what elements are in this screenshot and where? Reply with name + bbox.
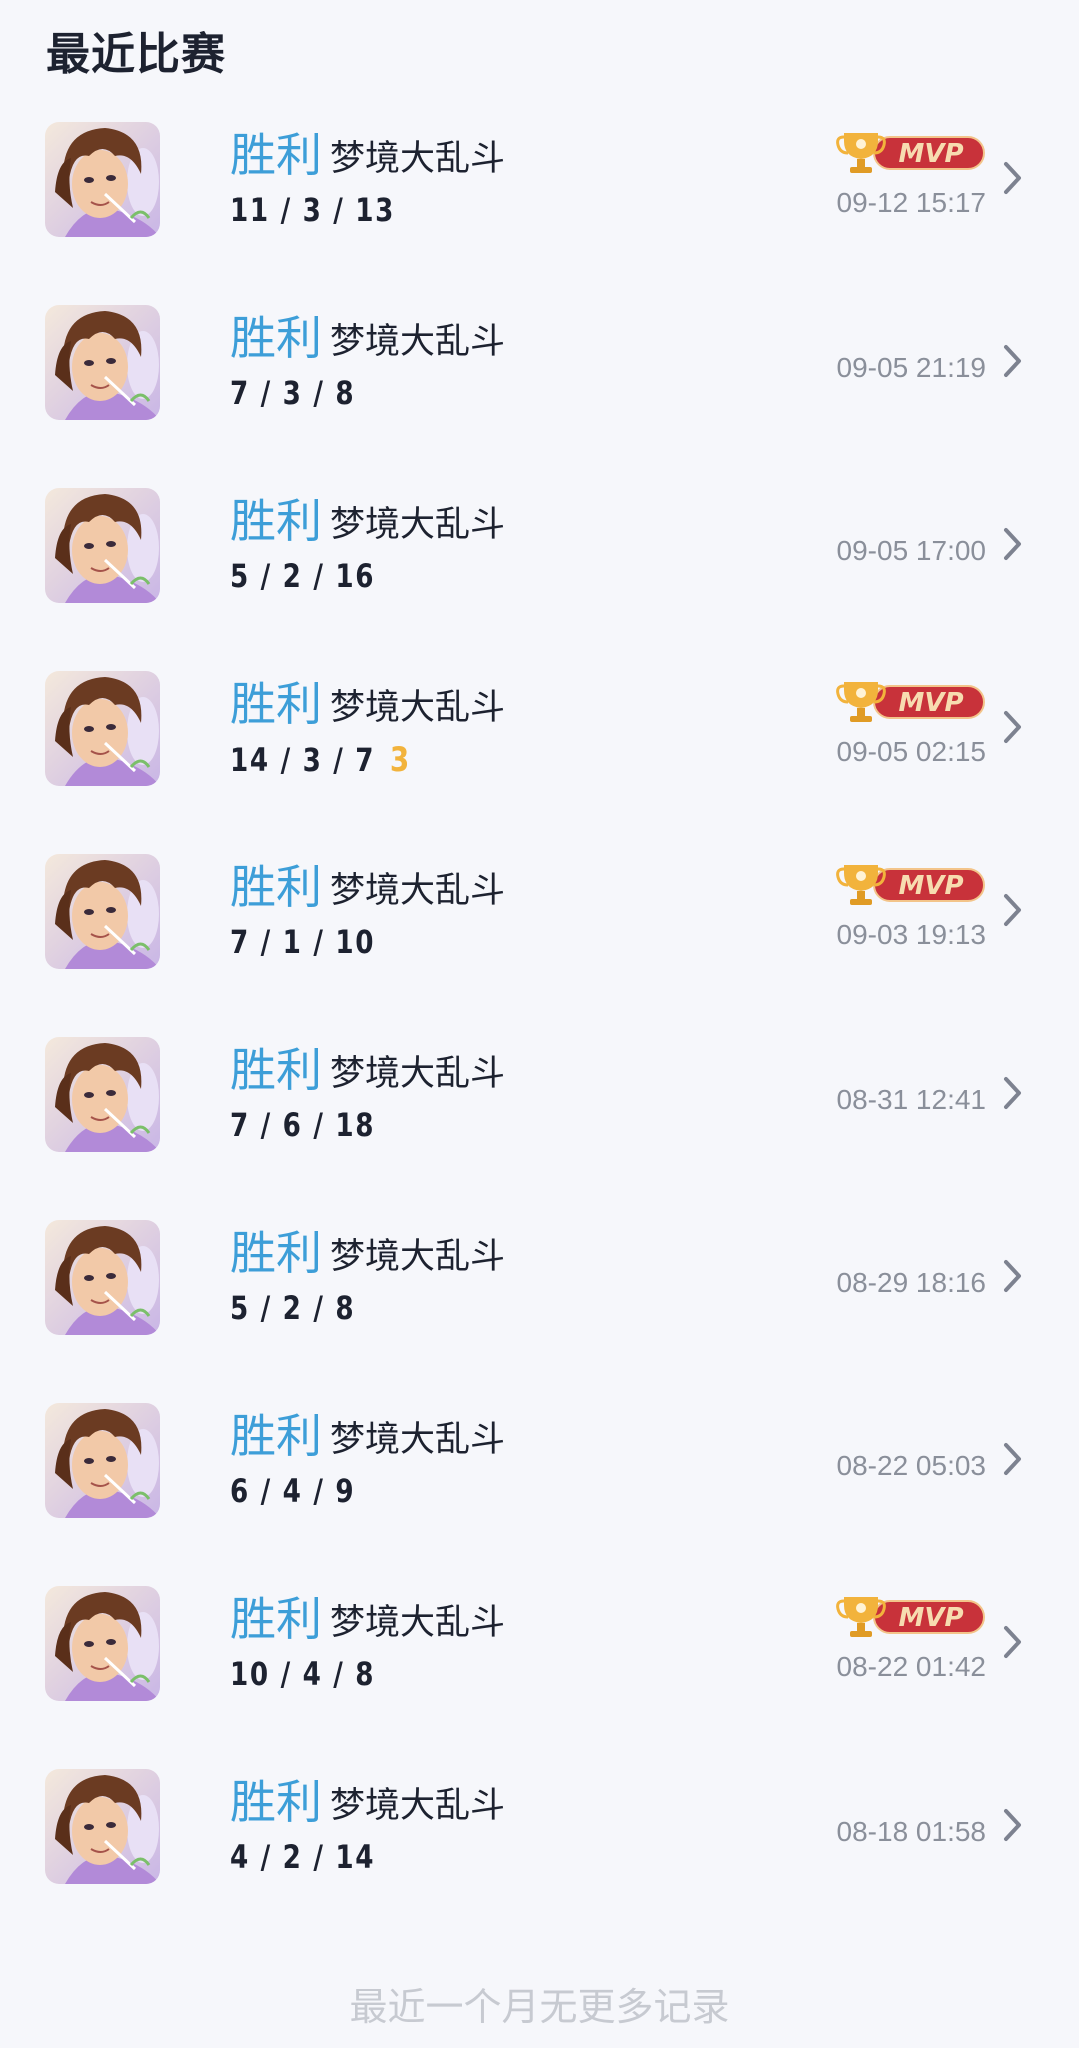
result-label: 胜利	[230, 1593, 322, 1645]
kda-stats: 10 / 4 / 8	[230, 1655, 375, 1693]
hero-avatar	[45, 488, 160, 603]
match-row[interactable]: 胜利 梦境大乱斗 14 / 3 / 7 3 MVP 09-05 02:15	[0, 666, 1079, 849]
game-mode-label: 梦境大乱斗	[330, 322, 506, 361]
game-mode-label: 梦境大乱斗	[330, 871, 506, 910]
match-time: 08-22 05:03	[836, 1450, 986, 1481]
game-mode-label: 梦境大乱斗	[330, 1420, 506, 1459]
kda-value: 5 / 2 / 16	[230, 557, 376, 595]
match-row[interactable]: 胜利 梦境大乱斗 7 / 1 / 10 MVP 09-03 19:13	[0, 849, 1079, 1032]
match-row[interactable]: 胜利 梦境大乱斗 11 / 3 / 13 MVP 09-12 15:17	[0, 117, 1079, 300]
kda-stats: 6 / 4 / 9	[230, 1472, 355, 1510]
result-label: 胜利	[230, 1410, 322, 1462]
no-more-records-note: 最近一个月无更多记录	[349, 1987, 730, 2029]
match-row[interactable]: 胜利 梦境大乱斗 5 / 2 / 16 09-05 17:00	[0, 483, 1079, 666]
kda-stats: 7 / 1 / 10	[230, 923, 375, 961]
result-label: 胜利	[230, 1044, 322, 1096]
match-time: 09-05 02:15	[836, 736, 986, 767]
result-label: 胜利	[230, 678, 322, 730]
kda-value: 7 / 6 / 18	[230, 1106, 376, 1144]
kda-value: 14 / 3 / 7	[230, 741, 376, 779]
match-time: 08-18 01:58	[836, 1816, 986, 1847]
kda-value: 5 / 2 / 8	[230, 1289, 356, 1327]
hero-avatar	[45, 122, 160, 237]
kda-stats: 7 / 6 / 18	[230, 1106, 375, 1144]
chevron-right-icon	[1004, 711, 1021, 743]
multikill-badge: 3	[389, 740, 411, 780]
result-label: 胜利	[230, 312, 322, 364]
game-mode-label: 梦境大乱斗	[330, 1237, 506, 1276]
match-list: 胜利 梦境大乱斗 11 / 3 / 13 MVP 09-12 15:17 胜利 …	[0, 117, 1079, 1947]
hero-avatar	[45, 1586, 160, 1701]
game-mode-label: 梦境大乱斗	[330, 1786, 506, 1825]
match-time: 09-03 19:13	[836, 919, 986, 950]
chevron-right-icon	[1004, 1443, 1021, 1475]
game-mode-label: 梦境大乱斗	[330, 505, 506, 544]
kda-stats: 14 / 3 / 7 3	[230, 740, 411, 780]
result-label: 胜利	[230, 1227, 322, 1279]
match-time: 08-31 12:41	[836, 1084, 986, 1115]
match-row[interactable]: 胜利 梦境大乱斗 10 / 4 / 8 MVP 08-22 01:42	[0, 1581, 1079, 1764]
game-mode-label: 梦境大乱斗	[330, 1603, 506, 1642]
hero-avatar	[45, 305, 160, 420]
match-time: 09-05 21:19	[836, 352, 986, 383]
match-time: 08-22 01:42	[836, 1651, 986, 1682]
kda-stats: 5 / 2 / 8	[230, 1289, 355, 1327]
chevron-right-icon	[1004, 345, 1021, 377]
match-row[interactable]: 胜利 梦境大乱斗 4 / 2 / 14 08-18 01:58	[0, 1764, 1079, 1947]
chevron-right-icon	[1004, 528, 1021, 560]
match-row[interactable]: 胜利 梦境大乱斗 6 / 4 / 9 08-22 05:03	[0, 1398, 1079, 1581]
result-label: 胜利	[230, 1776, 322, 1828]
match-row[interactable]: 胜利 梦境大乱斗 7 / 3 / 8 09-05 21:19	[0, 300, 1079, 483]
kda-value: 6 / 4 / 9	[230, 1472, 356, 1510]
game-mode-label: 梦境大乱斗	[330, 1054, 506, 1093]
mvp-text: MVP	[898, 871, 963, 901]
chevron-right-icon	[1004, 162, 1021, 194]
match-row[interactable]: 胜利 梦境大乱斗 7 / 6 / 18 08-31 12:41	[0, 1032, 1079, 1215]
mvp-trophy-badge-icon: MVP	[836, 676, 986, 726]
kda-value: 7 / 1 / 10	[230, 923, 376, 961]
page-title: 最近比赛	[46, 30, 226, 79]
mvp-trophy-badge-icon: MVP	[836, 859, 986, 909]
match-row[interactable]: 胜利 梦境大乱斗 5 / 2 / 8 08-29 18:16	[0, 1215, 1079, 1398]
mvp-text: MVP	[898, 688, 963, 718]
match-time: 09-05 17:00	[836, 535, 986, 566]
kda-value: 4 / 2 / 14	[230, 1838, 376, 1876]
kda-stats: 4 / 2 / 14	[230, 1838, 375, 1876]
mvp-trophy-badge-icon: MVP	[836, 1591, 986, 1641]
mvp-trophy-badge-icon: MVP	[836, 127, 986, 177]
result-label: 胜利	[230, 861, 322, 913]
kda-value: 11 / 3 / 13	[230, 191, 396, 229]
game-mode-label: 梦境大乱斗	[330, 688, 506, 727]
mvp-text: MVP	[898, 139, 963, 169]
hero-avatar	[45, 1037, 160, 1152]
kda-stats: 5 / 2 / 16	[230, 557, 375, 595]
game-mode-label: 梦境大乱斗	[330, 139, 506, 178]
chevron-right-icon	[1004, 894, 1021, 926]
hero-avatar	[45, 1403, 160, 1518]
kda-stats: 11 / 3 / 13	[230, 191, 395, 229]
result-label: 胜利	[230, 495, 322, 547]
hero-avatar	[45, 854, 160, 969]
chevron-right-icon	[1004, 1077, 1021, 1109]
hero-avatar	[45, 671, 160, 786]
mvp-text: MVP	[898, 1603, 963, 1633]
hero-avatar	[45, 1220, 160, 1335]
kda-value: 10 / 4 / 8	[230, 1655, 376, 1693]
chevron-right-icon	[1004, 1809, 1021, 1841]
match-time: 08-29 18:16	[836, 1267, 986, 1298]
result-label: 胜利	[230, 129, 322, 181]
chevron-right-icon	[1004, 1260, 1021, 1292]
kda-value: 7 / 3 / 8	[230, 374, 356, 412]
hero-avatar	[45, 1769, 160, 1884]
chevron-right-icon	[1004, 1626, 1021, 1658]
kda-stats: 7 / 3 / 8	[230, 374, 355, 412]
match-time: 09-12 15:17	[836, 187, 986, 218]
